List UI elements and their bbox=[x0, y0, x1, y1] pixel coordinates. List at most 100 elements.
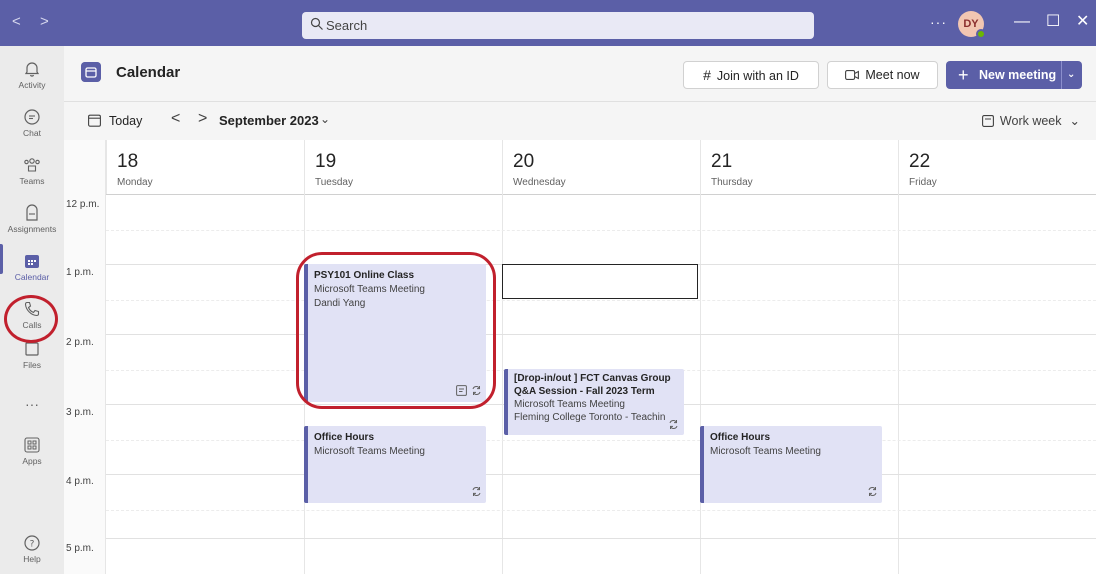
today-button[interactable]: Today bbox=[88, 111, 142, 131]
day-header[interactable]: 20 Wednesday bbox=[502, 140, 700, 194]
half-hour-line bbox=[106, 300, 1096, 301]
time-label: 5 p.m. bbox=[66, 543, 94, 554]
event-title: Office Hours bbox=[710, 432, 771, 443]
search-icon bbox=[310, 17, 323, 30]
week-grid: 18 Monday 19 Tuesday 20 Wednesday 21 Thu… bbox=[64, 140, 1096, 574]
day-header[interactable]: 18 Monday bbox=[106, 140, 304, 194]
half-hour-line bbox=[106, 230, 1096, 231]
apps-icon bbox=[24, 437, 40, 453]
day-name: Friday bbox=[909, 177, 937, 188]
hour-line bbox=[106, 334, 1096, 335]
event-location: Microsoft Teams Meeting bbox=[710, 446, 821, 457]
calendar-app-icon bbox=[81, 62, 101, 82]
help-icon: ? bbox=[24, 535, 40, 551]
calendar-icon bbox=[25, 255, 39, 268]
forward-button[interactable]: > bbox=[40, 14, 49, 30]
assignments-icon bbox=[26, 204, 38, 221]
time-label: 1 p.m. bbox=[66, 267, 94, 278]
month-label[interactable]: September 2023 bbox=[219, 113, 319, 128]
hash-icon: # bbox=[703, 67, 711, 83]
avatar-initials: DY bbox=[963, 18, 979, 30]
meet-now-button[interactable]: Meet now bbox=[827, 61, 938, 89]
chevron-down-icon: ⌄ bbox=[1069, 114, 1080, 128]
rail-more-button[interactable]: ··· bbox=[0, 390, 64, 414]
hour-line bbox=[106, 538, 1096, 539]
join-label: Join with an ID bbox=[716, 69, 799, 83]
rail-label: Chat bbox=[23, 128, 41, 138]
chevron-down-icon[interactable]: ⌄ bbox=[1067, 61, 1075, 89]
recurring-icon bbox=[472, 487, 481, 496]
calendar-header: Calendar # Join with an ID Meet now + New… bbox=[64, 46, 1096, 102]
rail-label: Help bbox=[23, 554, 41, 564]
event-title: [Drop-in/out ] FCT Canvas Group bbox=[514, 373, 671, 384]
time-label: 12 p.m. bbox=[66, 199, 100, 210]
half-hour-line bbox=[106, 510, 1096, 511]
day-header[interactable]: 19 Tuesday bbox=[304, 140, 502, 194]
view-icon bbox=[981, 115, 994, 127]
new-meeting-button[interactable]: + New meeting ⌄ bbox=[946, 61, 1082, 89]
rail-item-apps[interactable]: Apps bbox=[0, 428, 64, 476]
event-organizer: Fleming College Toronto - Teachin bbox=[514, 412, 666, 423]
next-week-button[interactable]: > bbox=[198, 110, 207, 128]
chevron-down-icon[interactable]: ⌄ bbox=[320, 112, 330, 126]
close-button[interactable]: ✕ bbox=[1076, 12, 1089, 32]
rail-label: Calendar bbox=[14, 272, 50, 282]
annotation-circle-event bbox=[296, 252, 496, 409]
page-title: Calendar bbox=[116, 64, 181, 81]
view-selector[interactable]: Work week ⌄ bbox=[981, 113, 1080, 128]
split-divider bbox=[1061, 61, 1062, 89]
view-label: Work week bbox=[999, 114, 1062, 128]
avatar[interactable]: DY bbox=[958, 11, 986, 39]
rail-label: Files bbox=[23, 360, 41, 370]
day-name: Thursday bbox=[711, 177, 753, 188]
event-title-continued: Q&A Session - Fall 2023 Term bbox=[514, 386, 655, 397]
new-meeting-label: New meeting bbox=[979, 68, 1057, 82]
join-with-id-button[interactable]: # Join with an ID bbox=[683, 61, 819, 89]
bell-icon bbox=[24, 62, 40, 77]
day-number: 22 bbox=[909, 151, 931, 172]
presence-available-icon bbox=[976, 29, 986, 39]
search-input[interactable]: Search bbox=[302, 12, 814, 39]
rail-label: Apps bbox=[22, 456, 42, 466]
day-name: Tuesday bbox=[315, 177, 353, 188]
day-header[interactable]: 21 Thursday bbox=[700, 140, 898, 194]
rail-item-calendar[interactable]: Calendar bbox=[0, 244, 64, 292]
selected-time-slot[interactable] bbox=[502, 264, 698, 299]
column-divider bbox=[700, 194, 701, 574]
event-office-hours-tuesday[interactable]: Office Hours Microsoft Teams Meeting bbox=[304, 426, 486, 503]
event-location: Microsoft Teams Meeting bbox=[314, 446, 425, 457]
rail-item-chat[interactable]: Chat bbox=[0, 100, 64, 148]
rail-item-activity[interactable]: Activity bbox=[0, 52, 64, 100]
rail-label: Assignments bbox=[7, 224, 57, 234]
event-office-hours-thursday[interactable]: Office Hours Microsoft Teams Meeting bbox=[700, 426, 882, 503]
more-apps-dots: ··· bbox=[25, 396, 39, 412]
time-label: 2 p.m. bbox=[66, 337, 94, 348]
hour-line bbox=[106, 474, 1096, 475]
minimize-button[interactable]: — bbox=[1014, 12, 1030, 32]
plus-icon: + bbox=[958, 65, 969, 85]
day-name: Monday bbox=[117, 177, 153, 188]
rail-item-help[interactable]: ? Help bbox=[0, 526, 64, 574]
previous-week-button[interactable]: < bbox=[171, 110, 180, 128]
title-bar: < > Search ··· DY — ☐ ✕ bbox=[0, 0, 1096, 46]
rail-item-assignments[interactable]: Assignments bbox=[0, 196, 64, 244]
search-placeholder: Search bbox=[326, 18, 368, 33]
teams-icon bbox=[24, 158, 40, 172]
svg-text:?: ? bbox=[30, 540, 35, 550]
day-header[interactable]: 22 Friday bbox=[898, 140, 1096, 194]
header-divider bbox=[106, 194, 1096, 195]
rail-item-teams[interactable]: Teams bbox=[0, 148, 64, 196]
recurring-icon bbox=[669, 420, 678, 429]
event-fct-canvas-qa[interactable]: [Drop-in/out ] FCT Canvas Group Q&A Sess… bbox=[504, 369, 684, 435]
day-name: Wednesday bbox=[513, 177, 566, 188]
rail-label: Activity bbox=[18, 80, 46, 90]
day-number: 19 bbox=[315, 151, 337, 172]
maximize-button[interactable]: ☐ bbox=[1046, 12, 1060, 32]
column-divider bbox=[898, 194, 899, 574]
video-camera-icon bbox=[845, 70, 860, 80]
more-options-button[interactable]: ··· bbox=[930, 14, 947, 30]
calendar-today-icon bbox=[88, 114, 101, 127]
back-button[interactable]: < bbox=[12, 14, 21, 30]
day-number: 20 bbox=[513, 151, 535, 172]
half-hour-line bbox=[106, 440, 1096, 441]
